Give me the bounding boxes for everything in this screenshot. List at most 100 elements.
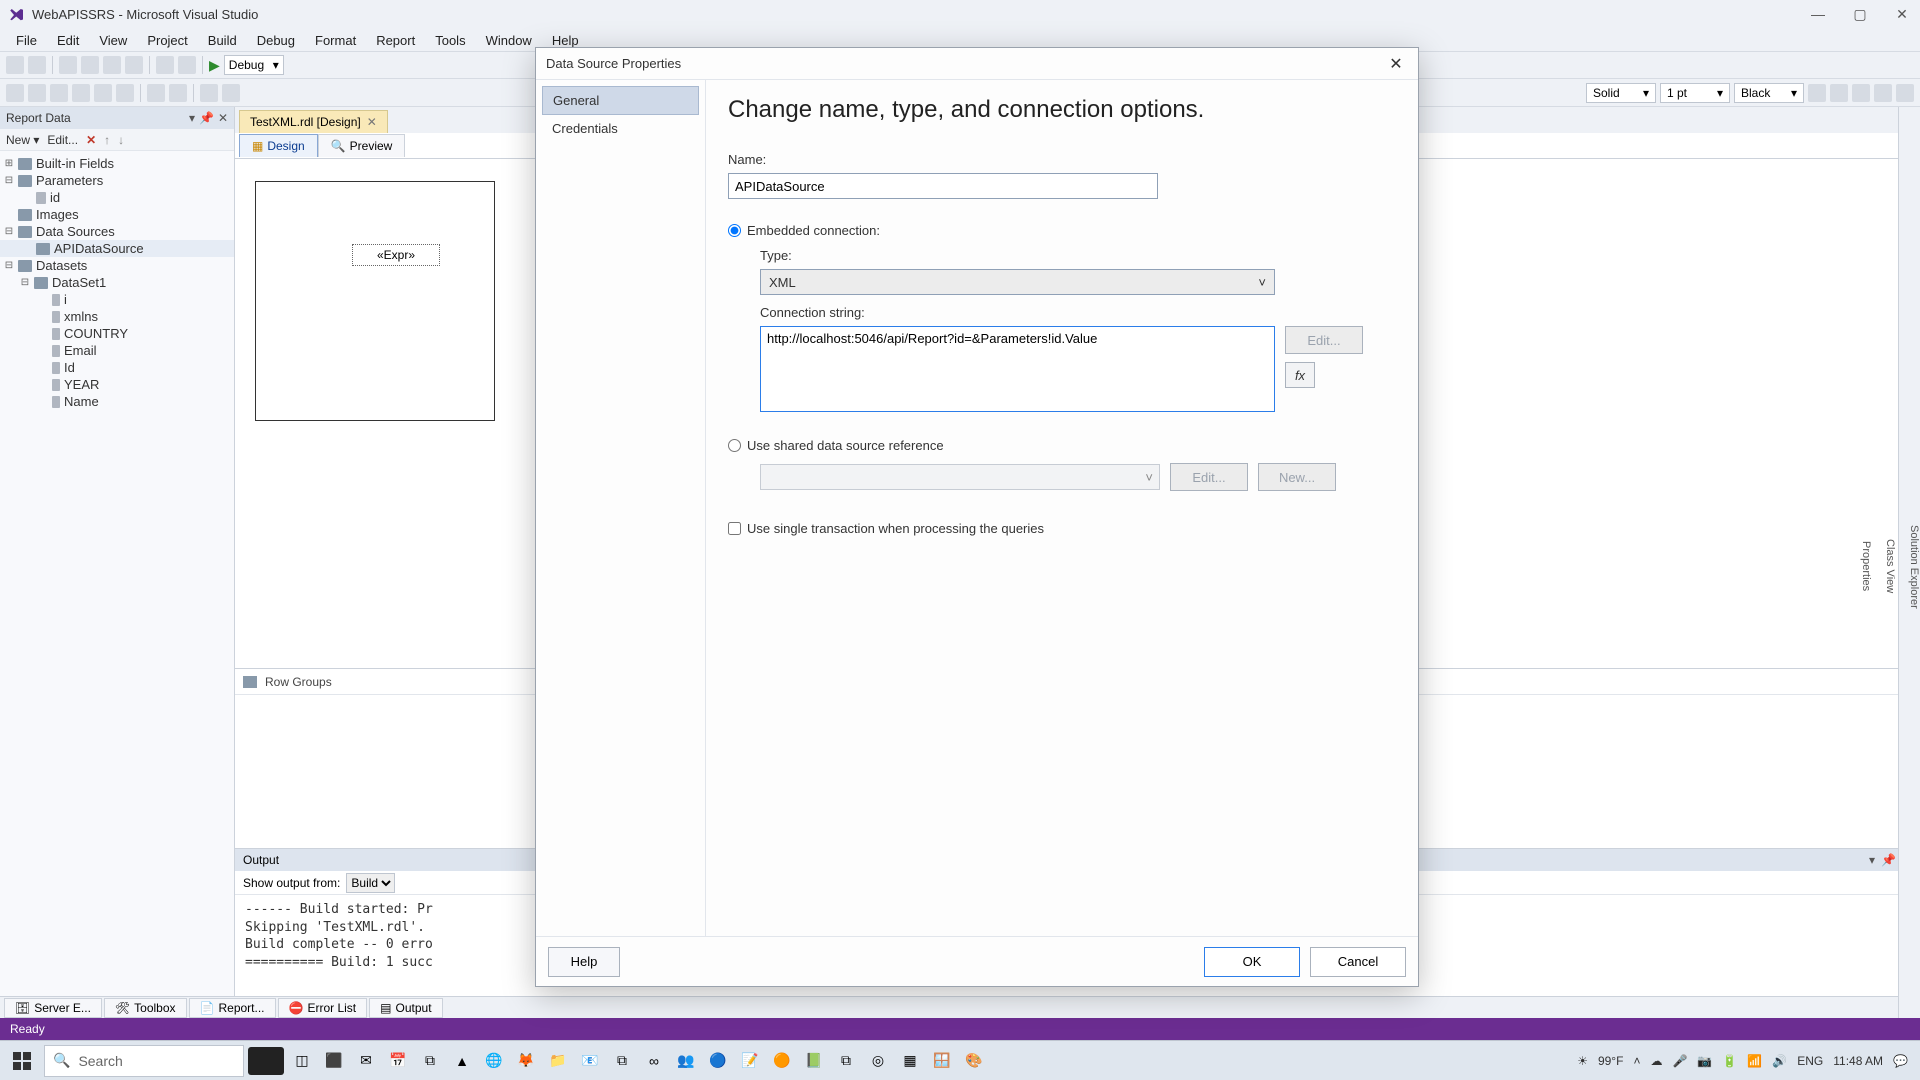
name-input[interactable]	[728, 173, 1158, 199]
border-icon-2[interactable]	[1830, 84, 1848, 102]
node-field-i[interactable]: i	[0, 291, 234, 308]
weather-icon[interactable]: ☀	[1577, 1054, 1588, 1068]
btab-server-explorer[interactable]: 🗄Server E...	[4, 998, 102, 1018]
tray-mic-icon[interactable]: 🎤	[1672, 1054, 1687, 1068]
align-bottom-icon[interactable]	[116, 84, 134, 102]
single-transaction-checkbox[interactable]	[728, 522, 741, 535]
nav-back-icon[interactable]	[6, 56, 24, 74]
node-dataset1[interactable]: ⊟DataSet1	[0, 274, 234, 291]
node-field-year[interactable]: YEAR	[0, 376, 234, 393]
taskbar-search[interactable]: 🔍 Search	[44, 1045, 244, 1077]
taskbar-app-19[interactable]: ◎	[864, 1047, 892, 1075]
border-icon-1[interactable]	[1808, 84, 1826, 102]
help-button[interactable]: Help	[548, 947, 620, 977]
connection-string-input[interactable]	[760, 326, 1275, 412]
report-body[interactable]: «Expr»	[255, 181, 495, 421]
border-icon-4[interactable]	[1874, 84, 1892, 102]
btab-output[interactable]: ▤Output	[369, 998, 442, 1018]
node-field-name[interactable]: Name	[0, 393, 234, 410]
taskbar-app-16[interactable]: 🟠	[768, 1047, 796, 1075]
nav-fwd-icon[interactable]	[28, 56, 46, 74]
tray-onedrive-icon[interactable]: ☁	[1650, 1054, 1662, 1068]
menu-edit[interactable]: Edit	[47, 31, 89, 50]
tray-volume-icon[interactable]: 🔊	[1772, 1054, 1787, 1068]
dialog-close-icon[interactable]: ✕	[1384, 54, 1408, 74]
panel-close-icon[interactable]: ✕	[218, 111, 228, 125]
pin-icon[interactable]: 📌	[199, 111, 214, 125]
shared-radio[interactable]	[728, 439, 741, 452]
menu-file[interactable]: File	[6, 31, 47, 50]
spacing-icon[interactable]	[169, 84, 187, 102]
menu-report[interactable]: Report	[366, 31, 425, 50]
taskbar-app-4[interactable]: 📅	[384, 1047, 412, 1075]
rd-down-icon[interactable]: ↓	[118, 133, 124, 147]
menu-window[interactable]: Window	[476, 31, 542, 50]
type-select[interactable]: XML˅	[760, 269, 1275, 295]
task-view-icon[interactable]	[248, 1047, 284, 1075]
taskbar-app-6[interactable]: ▲	[448, 1047, 476, 1075]
border-icon-3[interactable]	[1852, 84, 1870, 102]
new-project-icon[interactable]	[59, 56, 77, 74]
ok-button[interactable]: OK	[1204, 947, 1300, 977]
border-icon-5[interactable]	[1896, 84, 1914, 102]
node-apidatasource[interactable]: APIDataSource	[0, 240, 234, 257]
rail-properties[interactable]: Properties	[1860, 541, 1872, 591]
node-field-id[interactable]: Id	[0, 359, 234, 376]
dropdown-icon[interactable]: ▾	[189, 111, 195, 125]
side-tab-general[interactable]: General	[542, 86, 699, 115]
menu-tools[interactable]: Tools	[425, 31, 475, 50]
border-style-combo[interactable]: Solid▾	[1586, 83, 1656, 103]
menu-build[interactable]: Build	[198, 31, 247, 50]
rail-solution-explorer[interactable]: Solution Explorer	[1908, 525, 1920, 609]
minimize-button[interactable]: —	[1808, 6, 1828, 23]
redo-icon[interactable]	[178, 56, 196, 74]
taskbar-app-3[interactable]: ✉	[352, 1047, 380, 1075]
taskbar-app-11[interactable]: ⧉	[608, 1047, 636, 1075]
taskbar-app-2[interactable]: ⬛	[320, 1047, 348, 1075]
side-tab-credentials[interactable]: Credentials	[542, 115, 699, 142]
save-all-icon[interactable]	[125, 56, 143, 74]
layout-icon-1[interactable]	[200, 84, 218, 102]
rail-class-view[interactable]: Class View	[1884, 539, 1896, 593]
tab-design[interactable]: ▦Design	[239, 134, 318, 157]
textbox-expr[interactable]: «Expr»	[352, 244, 440, 266]
fx-button[interactable]: fx	[1285, 362, 1315, 388]
save-icon[interactable]	[103, 56, 121, 74]
border-width-combo[interactable]: 1 pt▾	[1660, 83, 1730, 103]
menu-view[interactable]: View	[89, 31, 137, 50]
taskbar-app-18[interactable]: ⧉	[832, 1047, 860, 1075]
taskbar-app-14[interactable]: 🔵	[704, 1047, 732, 1075]
taskbar-app-21[interactable]: 🪟	[928, 1047, 956, 1075]
taskbar-app-12[interactable]: ∞	[640, 1047, 668, 1075]
output-dropdown-icon[interactable]: ▾	[1869, 853, 1875, 867]
taskbar-app-17[interactable]: 📗	[800, 1047, 828, 1075]
btab-report[interactable]: 📄Report...	[189, 998, 276, 1018]
size-icon[interactable]	[147, 84, 165, 102]
doc-tab-testxml[interactable]: TestXML.rdl [Design]✕	[239, 110, 388, 133]
align-middle-icon[interactable]	[94, 84, 112, 102]
tray-notifications-icon[interactable]: 💬	[1893, 1054, 1908, 1068]
node-field-email[interactable]: Email	[0, 342, 234, 359]
node-field-country[interactable]: COUNTRY	[0, 325, 234, 342]
align-right-icon[interactable]	[50, 84, 68, 102]
rd-edit[interactable]: Edit...	[47, 133, 78, 147]
align-top-icon[interactable]	[72, 84, 90, 102]
doc-tab-close-icon[interactable]: ✕	[367, 115, 377, 129]
layout-icon-2[interactable]	[222, 84, 240, 102]
node-parameters[interactable]: ⊟Parameters	[0, 172, 234, 189]
edit-conn-button[interactable]: Edit...	[1285, 326, 1363, 354]
open-icon[interactable]	[81, 56, 99, 74]
config-combo[interactable]: Debug▾	[224, 55, 284, 75]
cancel-button[interactable]: Cancel	[1310, 947, 1406, 977]
undo-icon[interactable]	[156, 56, 174, 74]
btab-toolbox[interactable]: 🛠Toolbox	[104, 998, 187, 1018]
align-left-icon[interactable]	[6, 84, 24, 102]
taskbar-app-9[interactable]: 📁	[544, 1047, 572, 1075]
tray-wifi-icon[interactable]: 📶	[1747, 1054, 1762, 1068]
taskbar-app-22[interactable]: 🎨	[960, 1047, 988, 1075]
taskbar-app-1[interactable]: ◫	[288, 1047, 316, 1075]
embedded-radio[interactable]	[728, 224, 741, 237]
taskbar-app-13[interactable]: 👥	[672, 1047, 700, 1075]
start-icon[interactable]: ▶	[209, 57, 220, 74]
border-color-combo[interactable]: Black▾	[1734, 83, 1804, 103]
